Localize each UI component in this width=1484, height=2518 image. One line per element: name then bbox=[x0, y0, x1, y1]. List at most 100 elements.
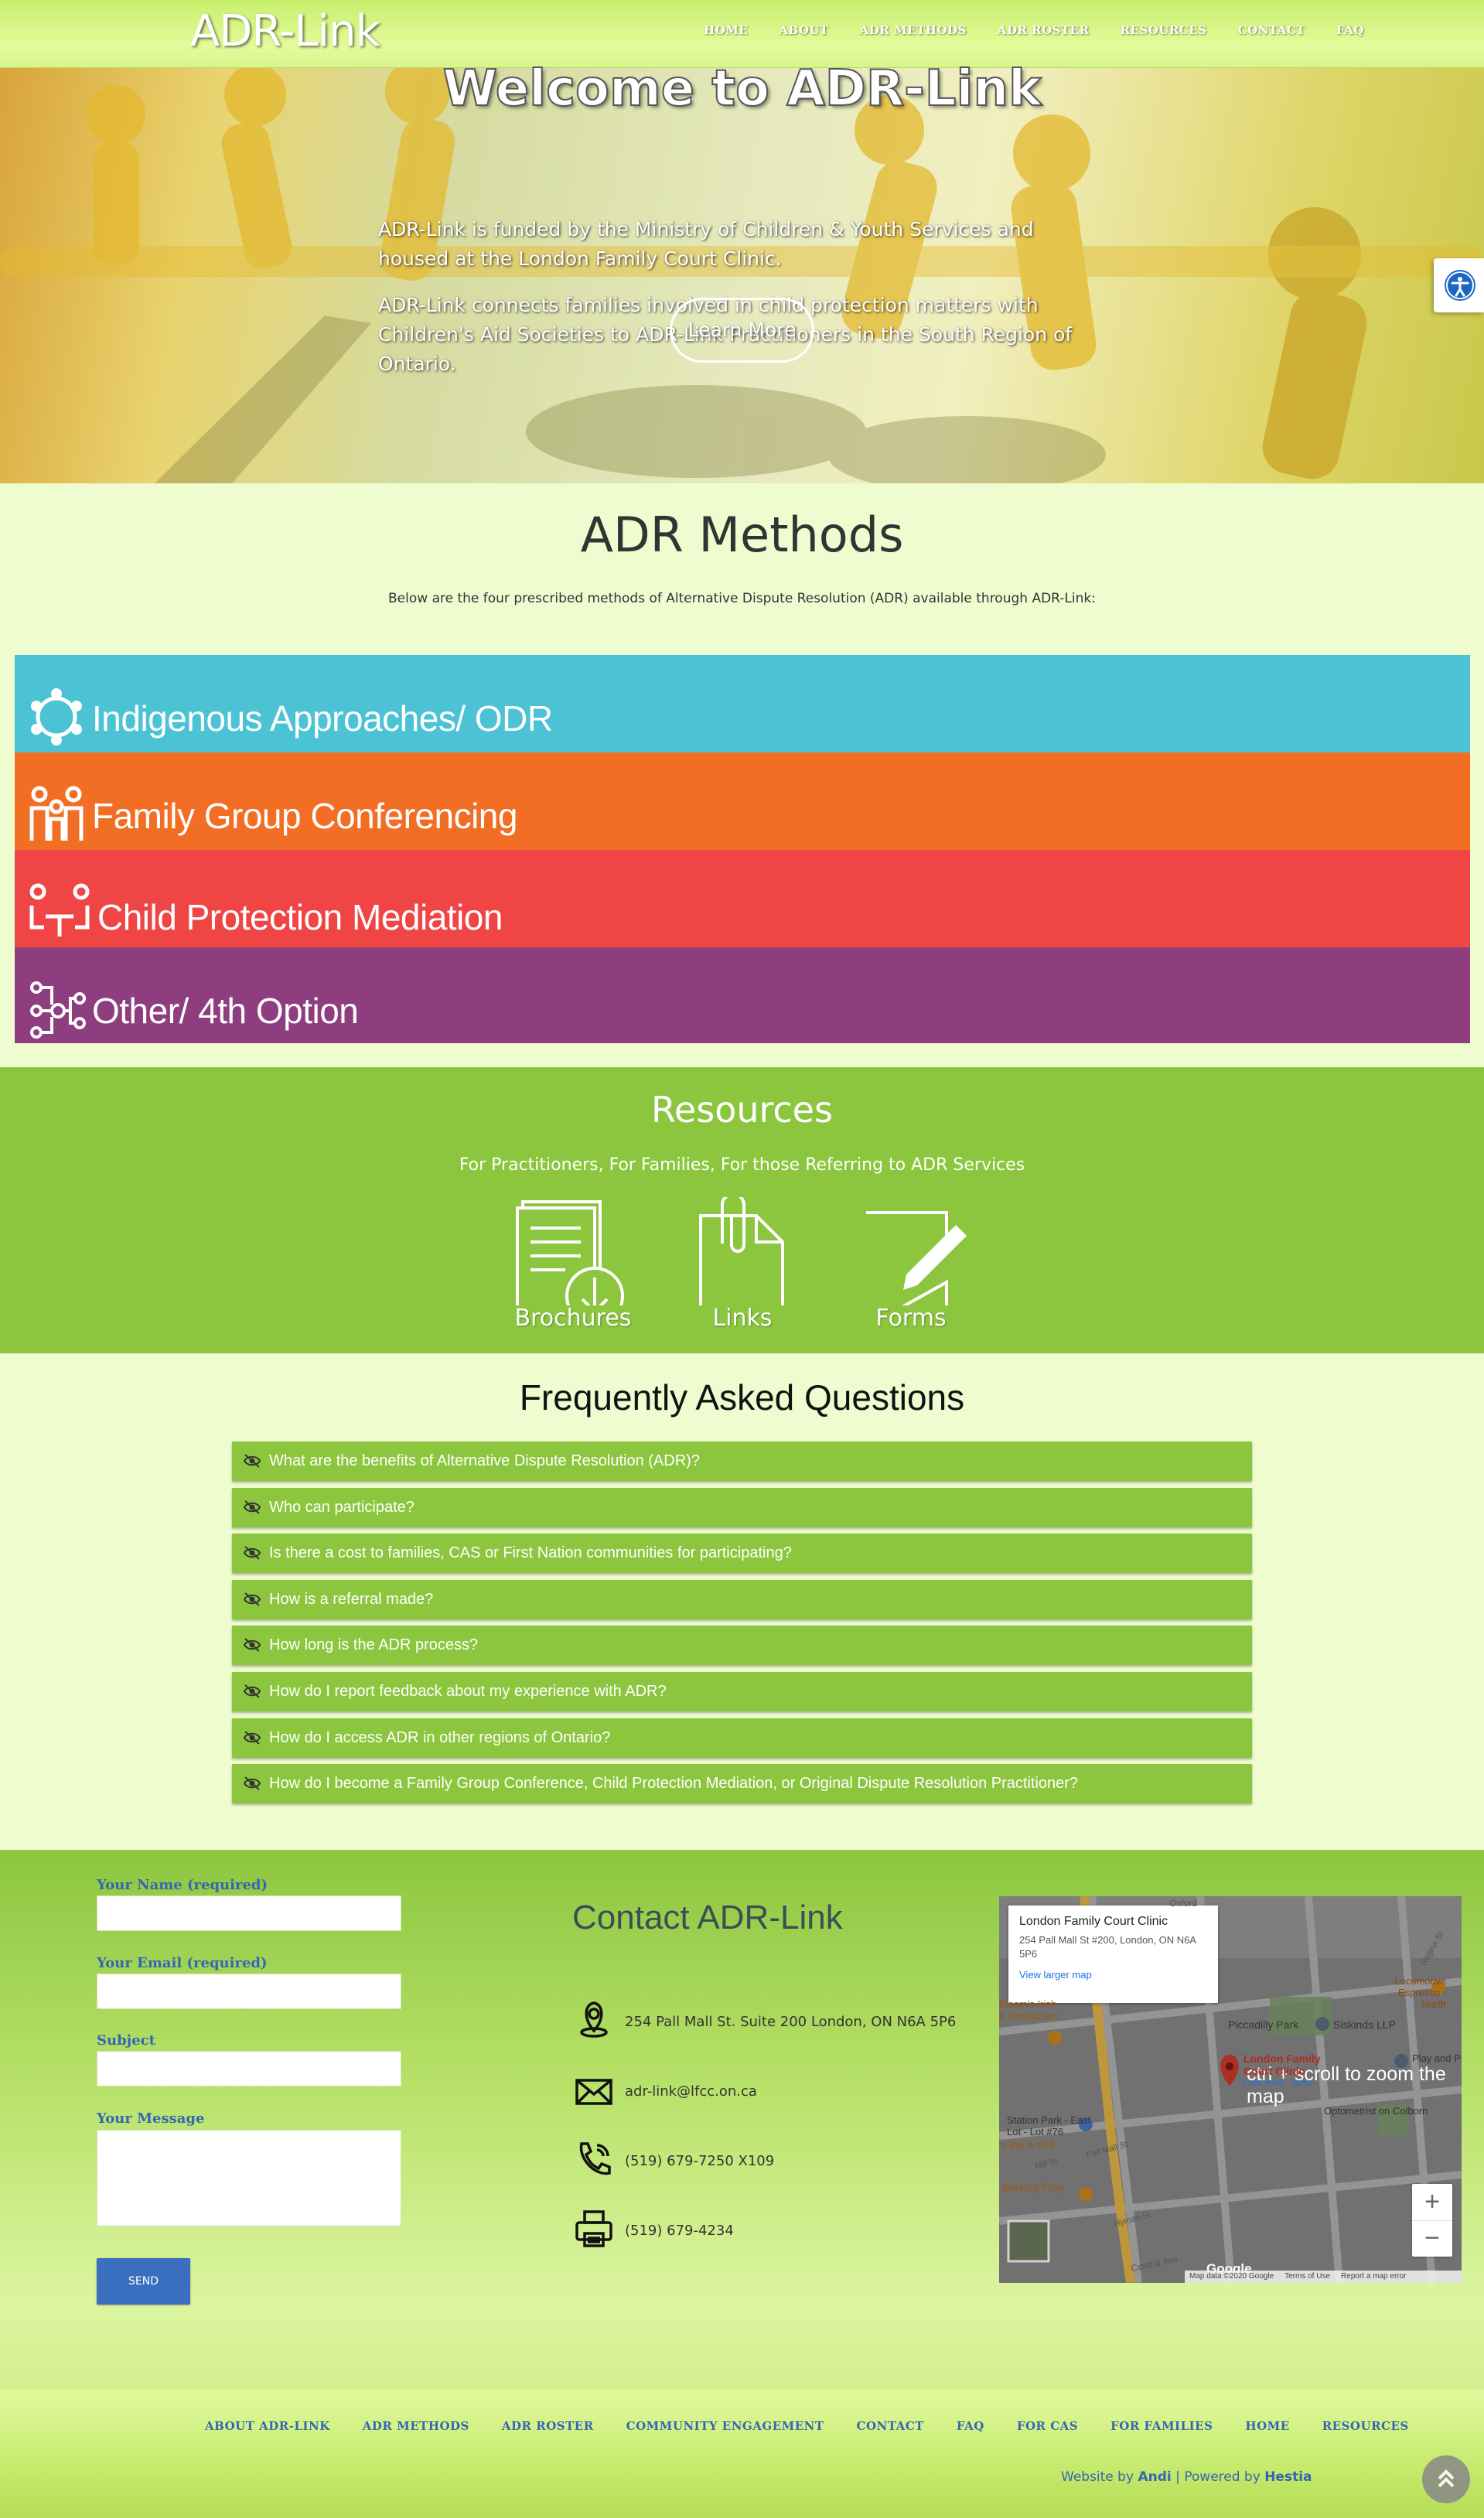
hero-banner bbox=[0, 68, 1484, 483]
footer-nav: ABOUT ADR-LINK ADR METHODS ADR ROSTER CO… bbox=[205, 2419, 1409, 2433]
faq-question: Is there a cost to families, CAS or Firs… bbox=[269, 1544, 792, 1562]
method-child-protection-mediation[interactable]: Child Protection Mediation bbox=[15, 850, 1470, 947]
message-field[interactable] bbox=[97, 2130, 401, 2226]
footer-link-about[interactable]: ABOUT ADR-LINK bbox=[205, 2419, 330, 2433]
faq-item[interactable]: How long is the ADR process? bbox=[232, 1626, 1252, 1666]
nav-adr-methods[interactable]: ADR METHODS bbox=[860, 23, 967, 37]
contact-address: 254 Pall Mall St. Suite 200 London, ON N… bbox=[625, 2014, 957, 2030]
eye-slash-icon bbox=[243, 1684, 261, 1698]
map-terms-link[interactable]: Terms of Use bbox=[1284, 2272, 1330, 2281]
double-chevron-up-icon bbox=[1438, 2469, 1455, 2488]
faq-question: How do I access ADR in other regions of … bbox=[269, 1728, 611, 1746]
fax-printer-icon bbox=[575, 2210, 612, 2247]
view-larger-map-link[interactable]: View larger map bbox=[1019, 1969, 1207, 1981]
footer-link-resources[interactable]: RESOURCES bbox=[1322, 2419, 1409, 2433]
map-marker-label: London Family Court Clinic bbox=[1243, 2052, 1321, 2077]
faq-question: How is a referral made? bbox=[269, 1590, 434, 1608]
eye-slash-icon bbox=[243, 1592, 261, 1606]
faq-item[interactable]: How is a referral made? bbox=[232, 1579, 1252, 1619]
nav-about[interactable]: ABOUT bbox=[779, 23, 828, 37]
contact-phone: (519) 679-7250 X109 bbox=[625, 2153, 775, 2169]
google-map[interactable]: London Family Court Clinic 254 Pall Mall… bbox=[999, 1896, 1462, 2283]
resources-subtitle: For Practitioners, For Families, For tho… bbox=[459, 1155, 1025, 1175]
credit-separator: | Powered by bbox=[1171, 2469, 1265, 2485]
map-satellite-toggle[interactable] bbox=[1008, 2221, 1049, 2261]
nav-faq[interactable]: FAQ bbox=[1336, 23, 1364, 37]
nav-home[interactable]: HOME bbox=[704, 23, 748, 37]
adr-methods-title: ADR Methods bbox=[580, 507, 904, 563]
site-logo[interactable]: ADR-Link bbox=[190, 6, 380, 56]
faq-item[interactable]: What are the benefits of Alternative Dis… bbox=[232, 1442, 1252, 1481]
map-info-card: London Family Court Clinic 254 Pall Mall… bbox=[1008, 1906, 1218, 2003]
credit-author-link[interactable]: Andi bbox=[1138, 2469, 1171, 2485]
map-place-label: Piccadilly Park bbox=[1228, 2018, 1299, 2031]
map-place-label: 's Bar & Grill bbox=[999, 2139, 1055, 2151]
faq-item[interactable]: How do I report feedback about my experi… bbox=[232, 1672, 1252, 1711]
resource-brochures[interactable]: Brochures bbox=[496, 1197, 650, 1336]
footer-link-community-engagement[interactable]: COMMUNITY ENGAGEMENT bbox=[626, 2419, 824, 2433]
form-pencil-icon bbox=[860, 1211, 967, 1329]
subject-field[interactable] bbox=[97, 2051, 401, 2086]
resource-label: Links bbox=[712, 1305, 773, 1332]
credit-prefix: Website by bbox=[1061, 2469, 1134, 2485]
footer-link-contact[interactable]: CONTACT bbox=[857, 2419, 924, 2433]
hero-paragraph-1: ADR-Link is funded by the Ministry of Ch… bbox=[378, 218, 1034, 270]
footer-link-home[interactable]: HOME bbox=[1245, 2419, 1289, 2433]
subject-label: Subject bbox=[97, 2032, 155, 2049]
footer bbox=[0, 2390, 1484, 2518]
paperclip-document-icon bbox=[699, 1192, 784, 1329]
resource-label: Brochures bbox=[514, 1305, 632, 1332]
nav-adr-roster[interactable]: ADR ROSTER bbox=[998, 23, 1090, 37]
email-field[interactable] bbox=[97, 1974, 401, 2009]
footer-credit: Website by Andi | Powered by Hestia bbox=[1061, 2469, 1312, 2485]
map-attribution-bar: Map data ©2020 Google Terms of Use Repor… bbox=[1185, 2271, 1462, 2283]
network-icon bbox=[30, 981, 86, 1039]
learn-more-button[interactable]: Learn More bbox=[670, 298, 814, 363]
main-nav: HOME ABOUT ADR METHODS ADR ROSTER RESOUR… bbox=[704, 23, 1364, 37]
map-place-label: Station Park - East Lot - Lot #76 bbox=[1007, 2114, 1091, 2138]
footer-link-adr-roster[interactable]: ADR ROSTER bbox=[502, 2419, 594, 2433]
scroll-to-top-button[interactable] bbox=[1422, 2455, 1470, 2503]
contact-email[interactable]: adr-link@lfcc.on.ca bbox=[625, 2083, 757, 2100]
send-button[interactable]: SEND bbox=[97, 2258, 190, 2305]
credit-platform-link[interactable]: Hestia bbox=[1264, 2469, 1312, 2485]
nav-contact[interactable]: CONTACT bbox=[1238, 23, 1305, 37]
name-label: Your Name (required) bbox=[97, 1877, 268, 1893]
map-card-address: 254 Pall Mall St #200, London, ON N6A 5P… bbox=[1019, 1934, 1196, 1960]
map-report-link[interactable]: Report a map error bbox=[1341, 2272, 1406, 2281]
brochure-download-icon bbox=[516, 1200, 624, 1326]
footer-link-for-families[interactable]: FOR FAMILIES bbox=[1110, 2419, 1213, 2433]
phone-icon bbox=[579, 2142, 611, 2175]
faq-item[interactable]: Is there a cost to families, CAS or Firs… bbox=[232, 1534, 1252, 1574]
map-zoom-in-button[interactable]: + bbox=[1412, 2184, 1452, 2220]
map-street-label: Oxford bbox=[1169, 1898, 1198, 1909]
method-label: Indigenous Approaches/ ODR bbox=[92, 698, 553, 739]
resource-forms[interactable]: Forms bbox=[834, 1197, 988, 1336]
footer-link-adr-methods[interactable]: ADR METHODS bbox=[363, 2419, 469, 2433]
nav-resources[interactable]: RESOURCES bbox=[1121, 23, 1207, 37]
method-other-4th-option[interactable]: Other/ 4th Option bbox=[15, 947, 1470, 1043]
eye-slash-icon bbox=[243, 1638, 261, 1653]
map-card-title: London Family Court Clinic bbox=[1019, 1915, 1168, 1928]
resource-links[interactable]: Links bbox=[665, 1192, 820, 1336]
map-marker-sub: 3 min drive - home bbox=[1242, 2079, 1313, 2088]
method-label: Family Group Conferencing bbox=[92, 796, 517, 836]
method-indigenous-approaches[interactable]: Indigenous Approaches/ ODR bbox=[15, 655, 1470, 752]
footer-link-faq[interactable]: FAQ bbox=[957, 2419, 984, 2433]
faq-item[interactable]: Who can participate? bbox=[232, 1487, 1252, 1527]
envelope-icon bbox=[575, 2079, 612, 2105]
name-field[interactable] bbox=[97, 1895, 401, 1931]
faq-question: How do I report feedback about my experi… bbox=[269, 1683, 667, 1700]
eye-slash-icon bbox=[243, 1500, 261, 1514]
footer-link-for-cas[interactable]: FOR CAS bbox=[1017, 2419, 1078, 2433]
circle-of-people-icon bbox=[31, 688, 82, 746]
faq-item[interactable]: How do I access ADR in other regions of … bbox=[232, 1718, 1252, 1758]
accessibility-toolbar-button[interactable] bbox=[1434, 258, 1484, 312]
hero-title: Welcome to ADR-Link bbox=[442, 60, 1042, 118]
faq-item[interactable]: How do I become a Family Group Conferenc… bbox=[232, 1764, 1252, 1804]
faq-question: How do I become a Family Group Conferenc… bbox=[269, 1775, 1079, 1793]
map-zoom-out-button[interactable]: − bbox=[1412, 2220, 1452, 2257]
method-family-group-conferencing[interactable]: Family Group Conferencing bbox=[15, 752, 1470, 850]
contact-title: Contact ADR-Link bbox=[572, 1899, 843, 1936]
family-icon bbox=[29, 786, 84, 841]
